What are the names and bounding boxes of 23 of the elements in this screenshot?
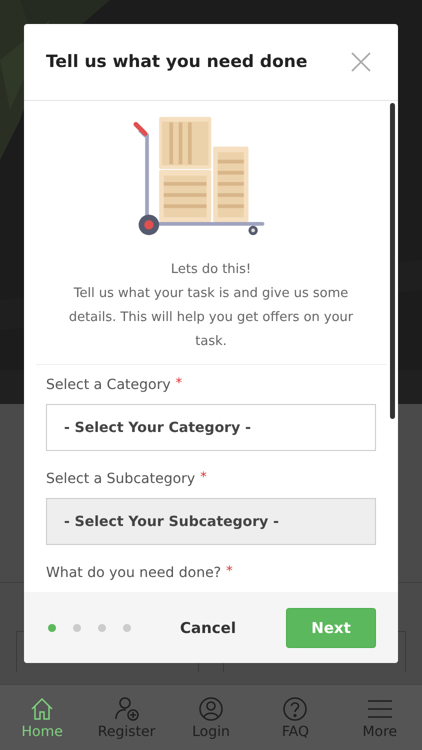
intro-text: Lets do this! [170,261,252,279]
required-mark: * [226,565,233,578]
nav-tab[interactable]: Home [0,685,84,750]
next-button[interactable]: Next [286,608,376,648]
required-mark: * [200,471,207,484]
dialog-title: Tell us what you need done [46,52,308,72]
nav-tab[interactable]: Register [84,685,169,750]
scrollbar[interactable] [390,103,395,419]
nav-tab[interactable]: FAQ [253,685,338,750]
close-icon[interactable] [350,51,372,73]
field-label: What do you need done? [46,565,222,581]
home-icon [29,696,56,722]
intro-text: Tell us what your task is and give us some details. This will help you get offers on your task. [68,285,354,351]
nav-tab[interactable]: Login [168,685,254,750]
help-icon [282,696,308,722]
nav-tab[interactable]: More [338,685,422,750]
user-icon [198,696,224,722]
field-label: Select a Category [46,377,171,393]
add-user-icon [114,696,140,722]
category-select[interactable]: - Select Your Category - [46,404,376,451]
field-label: Select a Subcategory [46,471,196,487]
cancel-button[interactable]: Cancel [172,612,244,642]
required-mark: * [176,377,182,390]
